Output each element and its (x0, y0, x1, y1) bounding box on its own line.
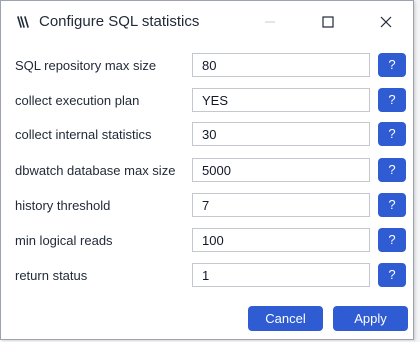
dbwatch-logo-icon (17, 16, 29, 28)
setting-row-collect-internal-statistics: collect internal statistics ? (1, 122, 413, 148)
maximize-button[interactable] (305, 1, 351, 43)
setting-row-dbwatch-database-max-size: dbwatch database max size ? (1, 158, 413, 184)
close-icon (380, 16, 392, 28)
maximize-icon (322, 16, 334, 28)
help-button[interactable]: ? (378, 263, 406, 287)
help-button[interactable]: ? (378, 158, 406, 182)
setting-label: SQL repository max size (15, 58, 157, 73)
collect-execution-plan-input[interactable] (192, 88, 370, 112)
history-threshold-input[interactable] (192, 193, 370, 217)
setting-row-history-threshold: history threshold ? (1, 193, 413, 219)
dialog-title: Configure SQL statistics (39, 13, 200, 30)
setting-label: collect execution plan (15, 93, 140, 108)
help-button[interactable]: ? (378, 88, 406, 112)
apply-button[interactable]: Apply (333, 306, 408, 331)
cancel-button[interactable]: Cancel (248, 306, 323, 331)
configure-sql-statistics-dialog: Configure SQL statistics SQL repository … (0, 0, 414, 340)
setting-row-sql-repository-max-size: SQL repository max size ? (1, 53, 413, 79)
setting-label: dbwatch database max size (15, 163, 176, 178)
background-window-edge (414, 0, 420, 342)
setting-label: return status (15, 268, 88, 283)
help-button[interactable]: ? (378, 122, 406, 146)
help-button[interactable]: ? (378, 193, 406, 217)
minimize-icon (265, 21, 275, 23)
minimize-button[interactable] (247, 1, 293, 43)
title-bar[interactable]: Configure SQL statistics (1, 1, 413, 43)
help-button[interactable]: ? (378, 228, 406, 252)
close-button[interactable] (363, 1, 409, 43)
setting-label: min logical reads (15, 233, 113, 248)
dbwatch-database-max-size-input[interactable] (192, 158, 370, 182)
setting-label: history threshold (15, 198, 111, 213)
help-button[interactable]: ? (378, 53, 406, 77)
setting-row-min-logical-reads: min logical reads ? (1, 228, 413, 254)
return-status-input[interactable] (192, 263, 370, 287)
setting-row-return-status: return status ? (1, 263, 413, 289)
min-logical-reads-input[interactable] (192, 228, 370, 252)
collect-internal-statistics-input[interactable] (192, 122, 370, 146)
sql-repository-max-size-input[interactable] (192, 53, 370, 77)
setting-row-collect-execution-plan: collect execution plan ? (1, 88, 413, 114)
setting-label: collect internal statistics (15, 127, 152, 142)
